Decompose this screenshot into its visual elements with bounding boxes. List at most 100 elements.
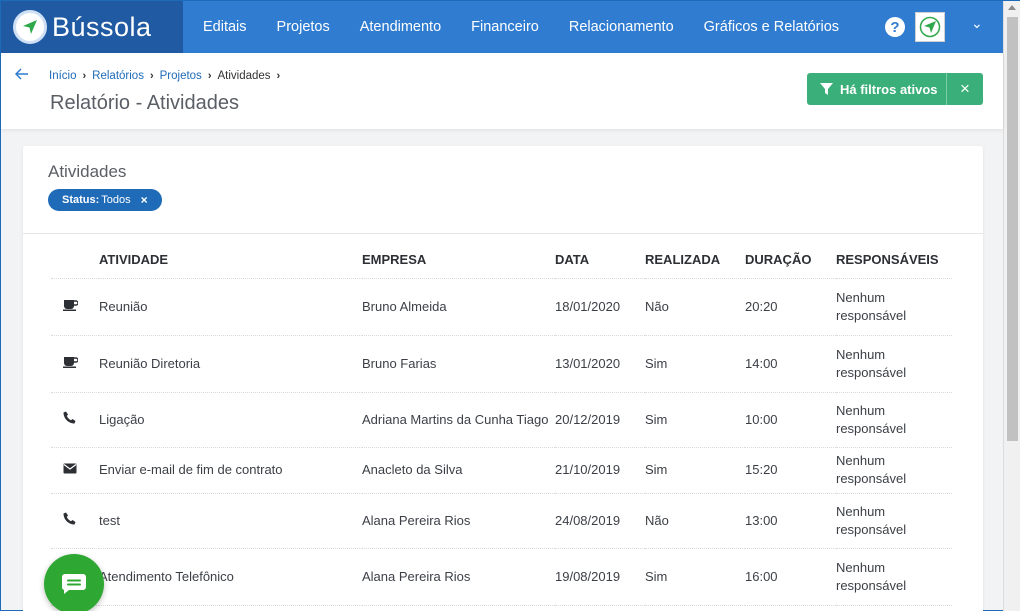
- activity-type-cell: [51, 493, 99, 549]
- cell-atividade: Reunião Diretoria: [99, 335, 362, 393]
- cell-responsaveis: Nenhum responsável: [836, 392, 952, 448]
- coffee-icon: [63, 299, 79, 314]
- back-arrow-icon[interactable]: [14, 67, 29, 85]
- cell-realizada: Sim: [645, 392, 745, 448]
- page-scrollbar[interactable]: [1003, 1, 1020, 611]
- responsavel-line-2: responsável: [836, 521, 907, 537]
- nav-item-financeiro[interactable]: Financeiro: [471, 19, 539, 35]
- breadcrumb-projetos[interactable]: Projetos: [160, 70, 202, 82]
- activities-card: Atividades Status: Todos × ATIVIDADE EMP…: [23, 146, 983, 611]
- cell-atividade: Reunião: [99, 278, 362, 336]
- header-empresa[interactable]: EMPRESA: [362, 241, 555, 279]
- chip-value: Todos: [101, 194, 131, 206]
- nav-item-projetos[interactable]: Projetos: [277, 19, 330, 35]
- cell-empresa: Bruno Farias: [362, 335, 555, 393]
- cell-atividade: Atendimento Telefônico: [99, 548, 362, 606]
- help-icon[interactable]: ?: [885, 17, 905, 37]
- responsavel-line-1: Nenhum: [836, 559, 886, 575]
- chevron-right-icon: ›: [82, 70, 87, 82]
- coffee-icon: [63, 356, 79, 371]
- scroll-thumb[interactable]: [1007, 17, 1018, 441]
- header-data[interactable]: DATA: [555, 241, 645, 279]
- breadcrumb-relatorios[interactable]: Relatórios: [92, 70, 144, 82]
- table-row[interactable]: Reunião Bruno Almeida 18/01/2020 Não 20:20 Ne…: [51, 278, 952, 336]
- filter-icon: [820, 82, 833, 95]
- header-atividade[interactable]: ATIVIDADE: [99, 241, 362, 279]
- cell-realizada: Sim: [645, 335, 745, 393]
- cell-empresa: Alana Pereira Rios: [362, 493, 555, 549]
- responsavel-line-1: Nenhum: [836, 346, 886, 362]
- nav-item-atendimento[interactable]: Atendimento: [360, 19, 441, 35]
- cell-realizada: Não: [645, 493, 745, 549]
- scroll-up-arrow-icon[interactable]: [1008, 5, 1016, 10]
- cell-duracao: 15:20: [745, 447, 836, 494]
- cell-data: 20/12/2019: [555, 392, 645, 448]
- table-row[interactable]: Atendimento Telefônico Alana Pereira Rios…: [51, 548, 952, 606]
- responsavel-line-1: Nenhum: [836, 453, 886, 468]
- phone-icon: [63, 411, 76, 427]
- cell-atividade: test: [99, 493, 362, 549]
- chevron-right-icon: ›: [207, 70, 212, 82]
- header-icon-column: [51, 241, 99, 279]
- main-nav: Editais Projetos Atendimento Financeiro …: [203, 1, 869, 53]
- table-row[interactable]: Ligação Adriana Martins da Cunha Tiago 20/…: [51, 392, 952, 448]
- breadcrumb-atividades: Atividades: [217, 70, 271, 82]
- top-navbar: Bússola Editais Projetos Atendimento Fin…: [1, 1, 1003, 53]
- header-responsaveis[interactable]: RESPONSÁVEIS: [836, 241, 952, 279]
- user-avatar[interactable]: [915, 12, 945, 42]
- cell-empresa: Bruno Almeida: [362, 278, 555, 336]
- cell-data: 18/01/2020: [555, 278, 645, 336]
- nav-item-graficos-relatorios[interactable]: Gráficos e Relatórios: [704, 19, 839, 35]
- cell-data: 13/01/2020: [555, 335, 645, 393]
- cell-realizada: Não: [645, 278, 745, 336]
- table-row[interactable]: Reunião Diretoria Bruno Farias 13/01/2020 S…: [51, 335, 952, 393]
- cell-responsaveis: Nenhum responsável: [836, 548, 952, 606]
- responsavel-line-1: Nenhum: [836, 289, 886, 305]
- phone-icon: [63, 512, 76, 528]
- nav-item-relacionamento[interactable]: Relacionamento: [569, 19, 674, 35]
- table-row[interactable]: test Alana Pereira Rios 24/08/2019 Não 13:00…: [51, 493, 952, 549]
- chat-button[interactable]: [44, 554, 104, 611]
- responsavel-line-2: responsável: [836, 364, 907, 380]
- chevron-down-icon[interactable]: ⌄: [971, 15, 983, 32]
- cell-responsaveis: Nenhum responsável: [836, 278, 952, 336]
- chat-icon: [61, 574, 86, 594]
- cell-responsaveis: Nenhum responsável: [836, 335, 952, 393]
- cell-duracao: 14:00: [745, 335, 836, 393]
- brand-logo[interactable]: Bússola: [1, 1, 183, 53]
- envelope-icon: [63, 462, 77, 477]
- activity-type-cell: [51, 447, 99, 494]
- cell-atividade: Enviar e-mail de fim de contrato: [99, 447, 362, 494]
- cell-data: 24/08/2019: [555, 493, 645, 549]
- page-header: Início › Relatórios › Projetos › Ativida…: [1, 53, 1003, 129]
- open-filters-button[interactable]: Há filtros ativos: [807, 73, 947, 105]
- chevron-right-icon: ›: [149, 70, 154, 82]
- cell-duracao: 20:20: [745, 278, 836, 336]
- responsavel-line-1: Nenhum: [836, 402, 886, 418]
- cell-responsaveis: Nenhum responsável: [836, 447, 952, 494]
- card-title: Atividades: [48, 162, 127, 181]
- breadcrumb: Início › Relatórios › Projetos › Ativida…: [49, 70, 286, 82]
- card-divider: [23, 233, 983, 234]
- chip-close-icon[interactable]: ×: [141, 193, 148, 207]
- clear-filters-close-icon[interactable]: ×: [947, 79, 983, 99]
- header-realizada[interactable]: REALIZADA: [645, 241, 745, 279]
- responsavel-line-1: Nenhum: [836, 503, 886, 519]
- chevron-right-icon: ›: [276, 70, 281, 82]
- table-header-row: ATIVIDADE EMPRESA DATA REALIZADA DURAÇÃO…: [51, 241, 952, 279]
- status-filter-chip: Status: Todos ×: [48, 189, 162, 211]
- nav-item-editais[interactable]: Editais: [203, 19, 247, 35]
- activity-type-cell: [51, 278, 99, 336]
- brand-name: Bússola: [52, 11, 152, 42]
- responsavel-line-2: responsável: [836, 577, 907, 593]
- active-filters-button: Há filtros ativos ×: [807, 73, 983, 105]
- breadcrumb-inicio[interactable]: Início: [49, 70, 77, 82]
- table-row[interactable]: Enviar e-mail de fim de contrato Anacleto…: [51, 447, 952, 494]
- cell-duracao: 16:00: [745, 548, 836, 606]
- header-duracao[interactable]: DURAÇÃO: [745, 241, 836, 279]
- filter-button-label: Há filtros ativos: [840, 81, 938, 97]
- activity-type-cell: [51, 335, 99, 393]
- cell-realizada: Sim: [645, 548, 745, 606]
- cell-duracao: 10:00: [745, 392, 836, 448]
- responsavel-line-2: responsável: [836, 307, 907, 323]
